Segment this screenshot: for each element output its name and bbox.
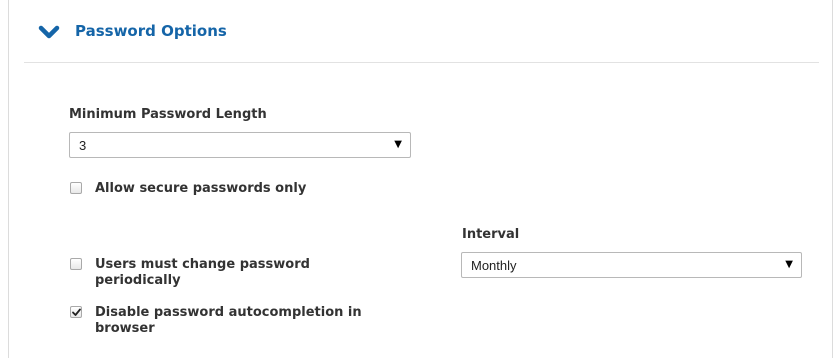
- interval-label: Interval: [462, 227, 520, 242]
- section-title: Password Options: [75, 22, 227, 40]
- min-length-label: Minimum Password Length: [69, 107, 267, 122]
- disable-autocomplete-checkbox[interactable]: [70, 306, 82, 318]
- chevron-down-icon: [38, 25, 60, 39]
- min-length-select[interactable]: 3 ▼: [69, 132, 411, 158]
- password-options-panel: Password Options Minimum Password Length…: [8, 0, 833, 358]
- interval-value: Monthly: [471, 258, 517, 273]
- min-length-value: 3: [79, 138, 87, 153]
- section-header-toggle[interactable]: Password Options: [24, 0, 819, 63]
- dropdown-arrow-icon: ▼: [785, 259, 793, 270]
- change-periodically-checkbox[interactable]: [70, 258, 82, 270]
- change-periodically-label[interactable]: Users must change password periodically: [95, 257, 395, 289]
- disable-autocomplete-label[interactable]: Disable password autocompletion in brows…: [95, 305, 405, 337]
- checkmark-icon: [72, 308, 81, 316]
- interval-select[interactable]: Monthly ▼: [461, 252, 802, 278]
- secure-only-checkbox[interactable]: [70, 182, 82, 194]
- dropdown-arrow-icon: ▼: [394, 139, 402, 150]
- secure-only-label[interactable]: Allow secure passwords only: [95, 181, 306, 197]
